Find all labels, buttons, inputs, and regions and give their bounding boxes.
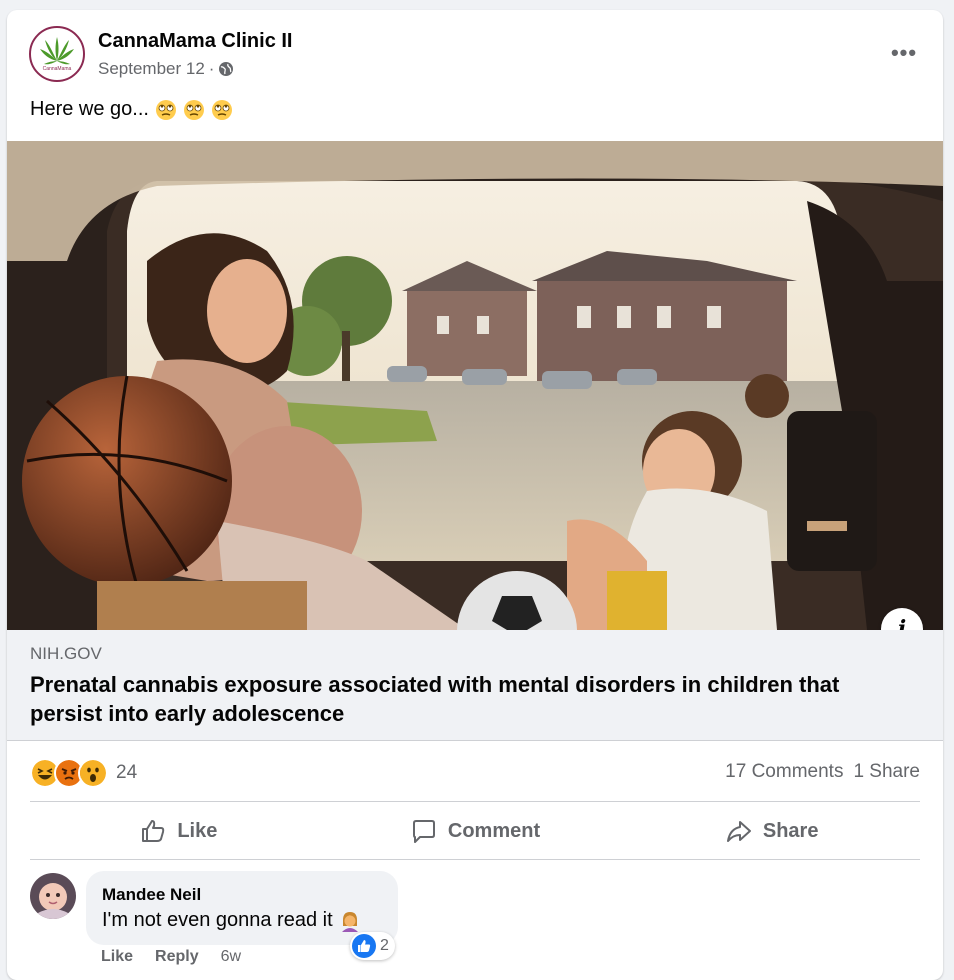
wow-reaction-icon — [78, 758, 108, 788]
comment-timestamp[interactable]: 6w — [221, 948, 241, 966]
commenter-avatar[interactable] — [30, 873, 76, 919]
divider — [30, 801, 920, 802]
comment-like-button[interactable]: Like — [101, 948, 133, 966]
comment-label: Comment — [447, 819, 541, 842]
more-icon: ••• — [890, 40, 918, 65]
page-avatar[interactable]: CannaMama — [29, 26, 85, 82]
comment-reaction-badge[interactable]: 2 — [350, 932, 395, 960]
commenter-name[interactable]: Mandee Neil — [102, 885, 201, 905]
post-actions: Like Comment Share — [30, 803, 920, 859]
post-text: Here we go... — [30, 98, 233, 121]
engagement-stats: 17 Comments 1 Share — [725, 761, 920, 783]
reaction-count: 24 — [116, 762, 138, 783]
post-meta: September 12 · — [98, 59, 234, 79]
like-reaction-icon — [352, 934, 376, 958]
logo-text: CannaMama — [43, 66, 72, 72]
link-domain: NIH.GOV — [30, 644, 102, 663]
link-title[interactable]: Prenatal cannabis exposure associated wi… — [30, 670, 910, 728]
more-options-button[interactable]: ••• — [887, 38, 921, 68]
page-name[interactable]: CannaMama Clinic II — [98, 30, 293, 53]
rolling-eyes-emoji-icon — [183, 99, 204, 120]
share-label: Share — [762, 819, 819, 842]
post-date[interactable]: September 12 — [98, 59, 205, 79]
post-text-content: Here we go... — [30, 98, 149, 120]
divider — [30, 859, 920, 860]
pregnant-woman-and-child-photo — [7, 141, 943, 630]
woman-facepalm-emoji-icon — [341, 911, 358, 932]
post-header: CannaMama CannaMama Clinic II September … — [7, 10, 943, 90]
like-button[interactable]: Like — [30, 803, 327, 859]
post-card: CannaMama CannaMama Clinic II September … — [7, 10, 943, 980]
shares-count-link[interactable]: 1 Share — [853, 761, 920, 783]
baby-avatar-photo — [30, 873, 76, 919]
rolling-eyes-emoji-icon — [155, 99, 176, 120]
comment-text: I'm not even gonna read it — [102, 909, 361, 932]
comment-icon — [412, 820, 435, 843]
comment-button[interactable]: Comment — [327, 803, 624, 859]
comment-reply-button[interactable]: Reply — [155, 948, 199, 966]
share-arrow-icon — [726, 821, 751, 842]
globe-icon — [219, 62, 234, 76]
reaction-summary[interactable]: 24 — [30, 758, 137, 788]
comment-reaction-count: 2 — [380, 937, 389, 954]
comments-count-link[interactable]: 17 Comments — [725, 761, 843, 783]
thumbs-up-icon — [142, 820, 165, 842]
like-label: Like — [177, 819, 218, 842]
comment-text-content: I'm not even gonna read it — [102, 909, 333, 931]
link-preview-box[interactable]: NIH.GOV Prenatal cannabis exposure assoc… — [7, 630, 943, 741]
comment-actions: Like Reply 6w — [101, 948, 241, 966]
cannabis-leaf-logo: CannaMama — [40, 37, 74, 72]
share-button[interactable]: Share — [623, 803, 920, 859]
meta-separator: · — [208, 59, 215, 78]
link-preview-image[interactable] — [7, 141, 943, 630]
rolling-eyes-emoji-icon — [211, 99, 232, 120]
